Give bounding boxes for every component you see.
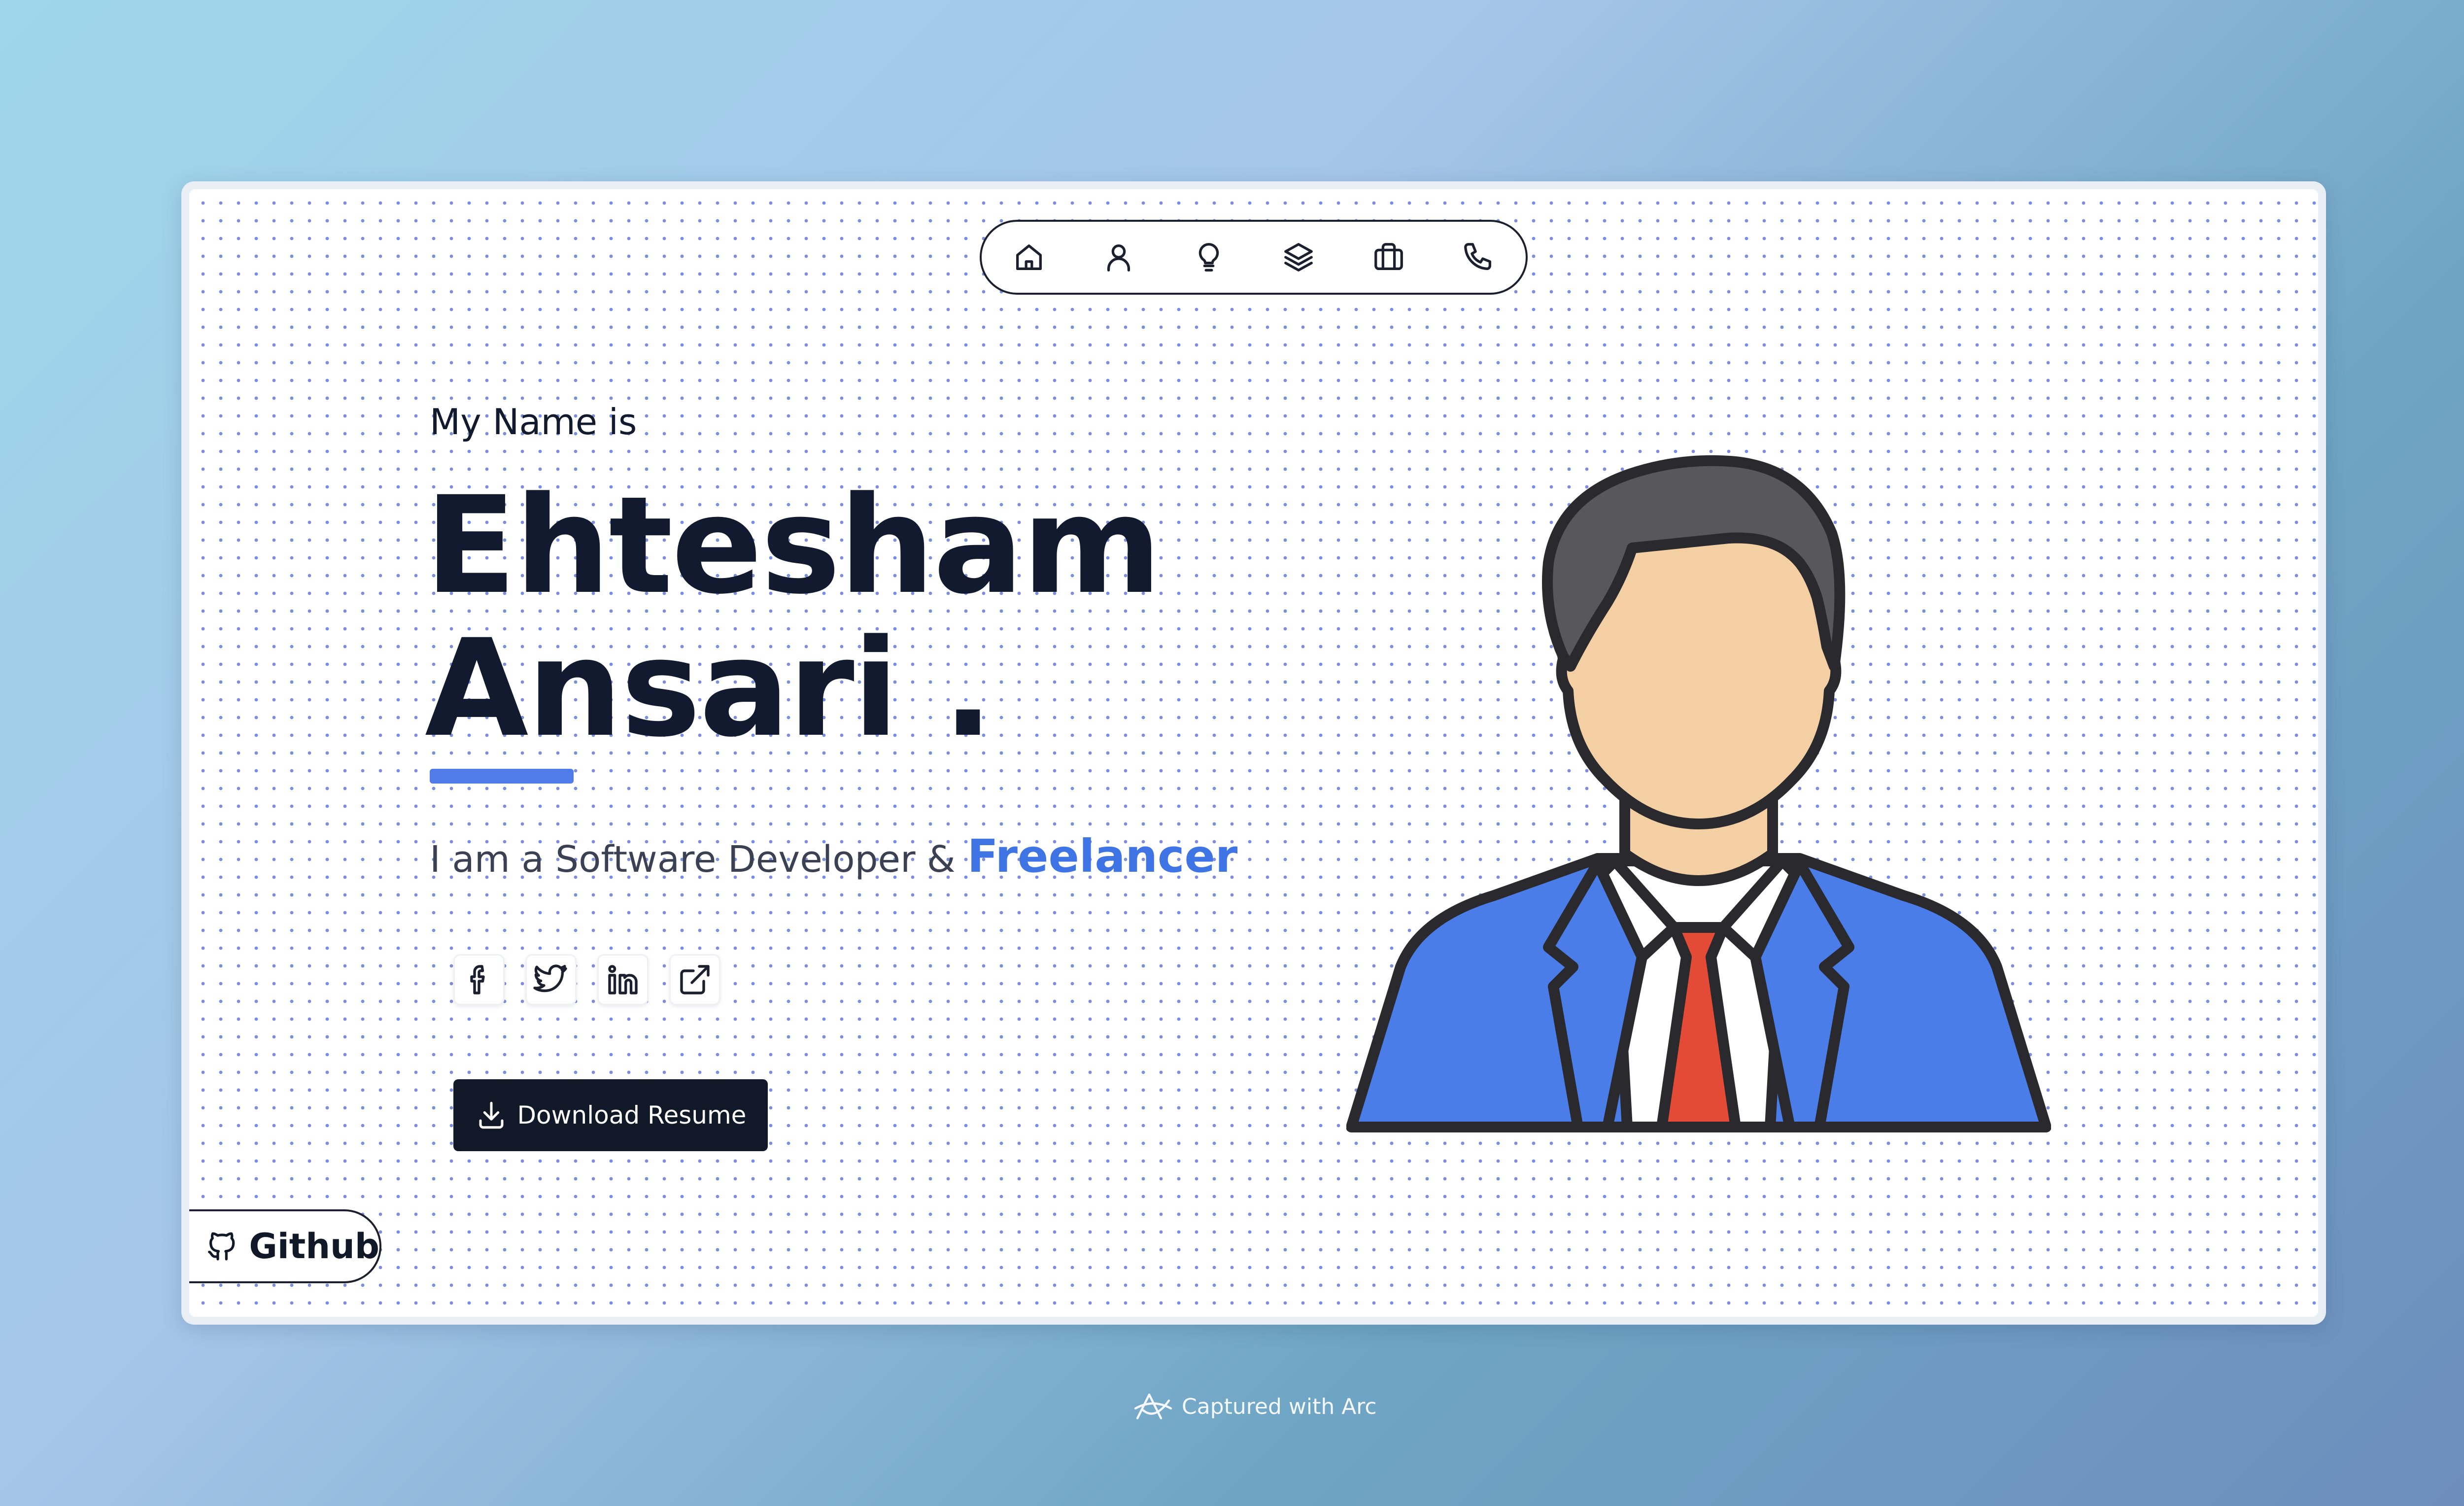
facebook-icon [470,965,485,994]
nav-projects[interactable] [1274,233,1323,282]
nav-work[interactable] [1364,233,1413,282]
footer-label: Captured with Arc [1182,1394,1377,1419]
intro-text: My Name is [430,401,637,443]
twitter-icon [533,964,567,993]
arc-logo-icon [1134,1393,1172,1420]
external-link-icon [680,965,710,994]
external-link[interactable] [669,954,720,1005]
tagline-prefix: I am a Software Developer & [430,838,956,881]
download-resume-button[interactable]: Download Resume [453,1079,768,1151]
tagline: I am a Software Developer & Freelancer [430,830,1237,883]
user-icon [1107,244,1130,272]
linkedin-icon [608,965,638,994]
tagline-highlight: Freelancer [967,830,1238,883]
nav-skills[interactable] [1184,233,1233,282]
browser-window: My Name is Ehtesham Ansari . I am a Soft… [181,181,2326,1325]
github-label: Github [249,1226,379,1266]
nav-home[interactable] [1004,233,1054,282]
github-icon [208,1232,235,1261]
github-tab[interactable]: Github [189,1209,381,1283]
developer-avatar-illustration [1346,455,2051,1132]
social-links [453,954,720,1005]
nav-contact[interactable] [1454,233,1503,282]
phone-icon [1464,243,1491,270]
briefcase-icon [1374,243,1403,270]
lightbulb-icon [1198,243,1219,272]
linkedin-link[interactable] [597,954,649,1005]
twitter-link[interactable] [525,954,577,1005]
download-label: Download Resume [517,1101,747,1130]
top-nav [980,220,1528,295]
name-underline [430,769,574,784]
portfolio-page: My Name is Ehtesham Ansari . I am a Soft… [189,189,2318,1317]
layers-icon [1284,243,1313,272]
nav-about[interactable] [1094,233,1143,282]
capture-footer: Captured with Arc [1133,1391,1377,1422]
home-icon [1016,244,1042,270]
download-icon [479,1101,504,1129]
first-name-heading: Ehtesham [425,468,1162,624]
facebook-link[interactable] [453,954,505,1005]
last-name-heading: Ansari . [425,611,993,767]
